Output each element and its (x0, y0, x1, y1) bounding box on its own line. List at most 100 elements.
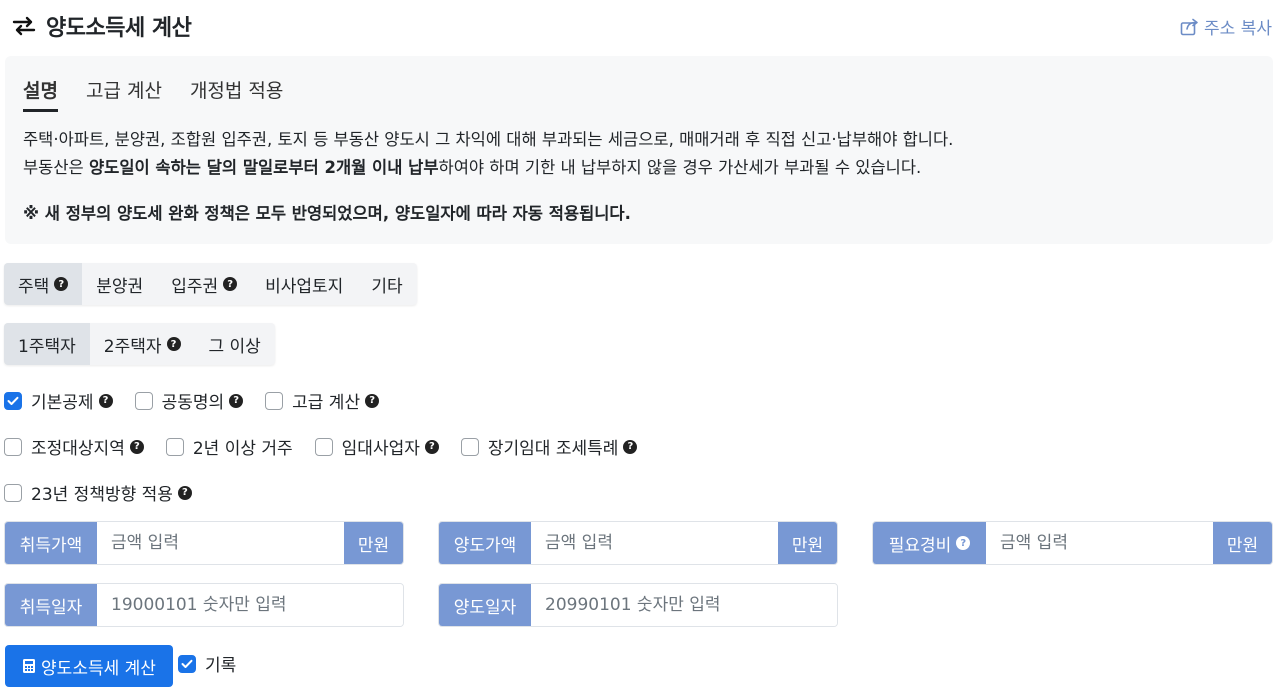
help-icon[interactable]: ? (177, 485, 192, 500)
checkbox-label: 고급 계산 (292, 393, 361, 413)
help-icon[interactable]: ? (365, 393, 380, 408)
seg-more-houses-label: 그 이상 (208, 336, 261, 357)
seg-move-in-label: 입주권 (171, 276, 219, 297)
checkbox-label: 공동명의 (161, 393, 225, 413)
help-icon[interactable]: ? (54, 277, 69, 291)
help-icon[interactable]: ? (623, 439, 638, 454)
property-type-selector: 주택? 분양권 입주권? 비사업토지 기타 (4, 263, 417, 305)
seg-presale-label: 분양권 (96, 276, 144, 297)
seg-more-houses[interactable]: 그 이상 (195, 323, 275, 365)
acquisition-price-field: 취득가액 만원 (4, 521, 404, 565)
options-row-1: 기본공제? 공동명의? 고급 계산? (4, 388, 401, 413)
copy-address-label: 주소 복사 (1204, 19, 1272, 39)
checkbox-label: 2년 이상 거주 (192, 439, 293, 459)
share-icon (1180, 18, 1198, 35)
sale-date-input[interactable] (531, 584, 837, 626)
options-row-2: 조정대상지역? 2년 이상 거주 임대사업자? 장기임대 조세특례? (4, 434, 659, 459)
header: 양도소득세 계산 주소 복사 (0, 0, 1280, 50)
sale-price-input[interactable] (531, 522, 778, 564)
checkbox-box[interactable] (4, 437, 22, 456)
acquisition-date-input[interactable] (97, 584, 403, 626)
checkbox-label: 23년 정책방향 적용 (31, 485, 173, 505)
seg-house[interactable]: 주택? (4, 263, 83, 305)
seg-presale-right[interactable]: 분양권 (82, 263, 157, 305)
line2-bold: 양도일이 속하는 달의 말일로부터 2개월 이내 납부 (88, 158, 439, 177)
checkbox-label: 임대사업자 (341, 439, 420, 459)
acquisition-date-label: 취득일자 (5, 584, 97, 626)
checkbox-box[interactable] (178, 654, 196, 673)
checkbox-box[interactable] (134, 391, 153, 410)
checkbox-two-year-residence[interactable]: 2년 이상 거주 (165, 434, 293, 459)
tab-revised-law[interactable]: 개정법 적용 (190, 76, 283, 112)
seg-two-houses[interactable]: 2주택자? (90, 323, 195, 365)
line2-pre: 부동산은 (23, 158, 89, 177)
help-icon[interactable]: ? (98, 393, 113, 408)
acquisition-price-unit: 만원 (344, 522, 403, 564)
title-wrap: 양도소득세 계산 (12, 10, 192, 42)
exchange-arrows-icon (12, 14, 36, 38)
checkbox-box[interactable] (165, 437, 184, 456)
checkbox-regulated-area[interactable]: 조정대상지역? (4, 434, 144, 459)
expense-unit: 만원 (1213, 522, 1272, 564)
info-tabs: 설명 고급 계산 개정법 적용 (23, 76, 311, 112)
help-icon[interactable]: ? (166, 337, 181, 351)
info-box: 설명 고급 계산 개정법 적용 주택·아파트, 분양권, 조합원 입주권, 토지… (5, 56, 1273, 244)
expense-label-text: 필요경비 (888, 535, 952, 556)
sale-price-unit: 만원 (778, 522, 837, 564)
description-line-2: 부동산은 양도일이 속하는 달의 말일로부터 2개월 이내 납부하여야 하며 기… (23, 154, 953, 182)
sale-date-label: 양도일자 (439, 584, 531, 626)
checkbox-label: 장기임대 조세특례 (487, 439, 619, 459)
checkbox-advanced-calc[interactable]: 고급 계산? (265, 388, 380, 413)
description-text: 주택·아파트, 분양권, 조합원 입주권, 토지 등 부동산 양도시 그 차익에… (23, 126, 953, 182)
sale-price-label: 양도가액 (439, 522, 531, 564)
page-title: 양도소득세 계산 (46, 16, 192, 41)
checkbox-box[interactable] (4, 483, 22, 502)
acquisition-price-input[interactable] (97, 522, 344, 564)
sale-price-field: 양도가액 만원 (438, 521, 838, 565)
checkbox-basic-deduction[interactable]: 기본공제? (4, 388, 113, 413)
seg-non-business-land[interactable]: 비사업토지 (251, 263, 357, 305)
line2-post: 하여야 하며 기한 내 납부하지 않을 경우 가산세가 부과될 수 있습니다. (438, 158, 922, 177)
help-icon[interactable]: ? (229, 393, 244, 408)
copy-address-link[interactable]: 주소 복사 (1180, 14, 1272, 39)
seg-two-houses-label: 2주택자 (103, 336, 162, 357)
checkbox-label: 기본공제 (31, 393, 94, 413)
seg-one-house[interactable]: 1주택자 (4, 323, 90, 365)
checkbox-box[interactable] (4, 391, 22, 410)
calculator-icon (23, 659, 36, 673)
calculate-button[interactable]: 양도소득세 계산 (5, 645, 173, 687)
seg-move-in-right[interactable]: 입주권? (157, 263, 251, 305)
checkbox-rental-business[interactable]: 임대사업자? (314, 434, 439, 459)
calculate-button-label: 양도소득세 계산 (41, 658, 156, 679)
help-icon[interactable]: ? (223, 277, 238, 291)
help-icon[interactable]: ? (129, 439, 144, 454)
checkmark-icon (7, 396, 19, 405)
tab-advanced-calc[interactable]: 고급 계산 (86, 76, 162, 112)
help-icon[interactable]: ? (424, 439, 439, 454)
checkbox-policy-2023[interactable]: 23년 정책방향 적용? (4, 480, 192, 505)
record-label: 기록 (205, 656, 237, 676)
acquisition-price-label: 취득가액 (5, 522, 97, 564)
expense-label: 필요경비? (873, 522, 986, 564)
expense-input[interactable] (986, 522, 1213, 564)
checkbox-box[interactable] (265, 391, 284, 410)
seg-land-label: 비사업토지 (265, 276, 344, 297)
checkbox-long-term-rental[interactable]: 장기임대 조세특례? (460, 434, 638, 459)
acquisition-date-field: 취득일자 (4, 583, 404, 627)
checkbox-joint-ownership[interactable]: 공동명의? (134, 388, 244, 413)
expense-field: 필요경비? 만원 (872, 521, 1273, 565)
description-line-1: 주택·아파트, 분양권, 조합원 입주권, 토지 등 부동산 양도시 그 차익에… (23, 130, 954, 149)
help-icon[interactable]: ? (956, 536, 971, 550)
checkbox-label: 조정대상지역 (31, 439, 125, 459)
seg-other[interactable]: 기타 (357, 263, 416, 305)
seg-other-label: 기타 (371, 276, 403, 297)
sale-date-field: 양도일자 (438, 583, 838, 627)
checkmark-icon (181, 659, 193, 668)
checkbox-box[interactable] (314, 437, 333, 456)
seg-house-label: 주택 (18, 276, 50, 297)
house-count-selector: 1주택자 2주택자? 그 이상 (4, 323, 275, 365)
tab-description[interactable]: 설명 (23, 76, 58, 112)
seg-one-house-label: 1주택자 (18, 336, 76, 357)
checkbox-record[interactable]: 기록 (178, 651, 236, 676)
checkbox-box[interactable] (460, 437, 479, 456)
